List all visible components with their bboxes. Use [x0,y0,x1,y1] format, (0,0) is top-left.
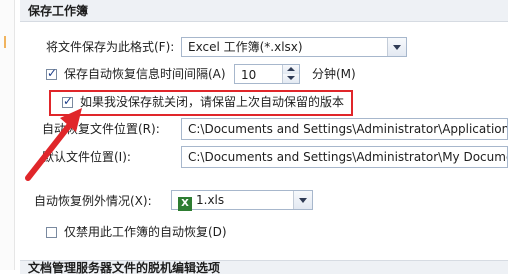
annotation-arrow-icon [25,108,82,181]
